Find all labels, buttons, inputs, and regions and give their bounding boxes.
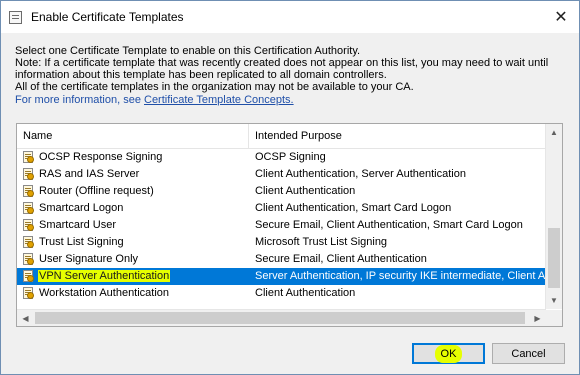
- certificate-template-concepts-link[interactable]: Certificate Template Concepts.: [144, 94, 294, 106]
- more-info-prefix: For more information, see: [15, 94, 144, 106]
- list-item[interactable]: RAS and IAS Server Client Authentication,…: [17, 166, 546, 183]
- column-header-intended-purpose[interactable]: Intended Purpose: [255, 130, 342, 142]
- template-name: Workstation Authentication: [39, 287, 170, 299]
- template-name: RAS and IAS Server: [39, 168, 140, 180]
- column-divider[interactable]: [248, 124, 249, 148]
- template-name: VPN Server Authentication: [38, 270, 171, 282]
- list-rows: OCSP Response Signing OCSP Signing RAS and…: [17, 149, 561, 302]
- template-intended-purpose: Client Authentication: [255, 185, 356, 197]
- certificate-template-icon: [23, 168, 34, 180]
- close-button[interactable]: ✕: [543, 1, 579, 33]
- template-intended-purpose: Server Authentication, IP security IKE i…: [255, 270, 561, 282]
- scroll-left-arrow-icon[interactable]: ◀: [17, 310, 34, 326]
- info-text: Select one Certificate Template to enabl…: [15, 45, 548, 106]
- list-item[interactable]: Smartcard Logon Client Authentication, Sm…: [17, 200, 546, 217]
- certificate-template-icon: [23, 253, 34, 265]
- template-intended-purpose: Microsoft Trust List Signing: [255, 236, 388, 248]
- list-item[interactable]: Router (Offline request) Client Authentic…: [17, 183, 546, 200]
- list-item[interactable]: Workstation Authentication Client Authent…: [17, 285, 546, 302]
- template-intended-purpose: Secure Email, Client Authentication, Sma…: [255, 219, 523, 231]
- template-name: Router (Offline request): [39, 185, 154, 197]
- certificate-template-icon: [23, 270, 34, 282]
- template-name: Smartcard Logon: [39, 202, 124, 214]
- certificate-templates-list[interactable]: Name Intended Purpose OCSP Response Sign…: [16, 123, 563, 327]
- template-intended-purpose: Client Authentication, Server Authentica…: [255, 168, 466, 180]
- list-item[interactable]: User Signature Only Secure Email, Client …: [17, 251, 546, 268]
- ok-button[interactable]: OK: [412, 343, 485, 364]
- certificate-template-icon: [23, 151, 34, 163]
- title-bar[interactable]: Enable Certificate Templates ✕: [1, 1, 579, 33]
- list-item[interactable]: OCSP Response Signing OCSP Signing: [17, 149, 546, 166]
- certificate-template-icon: [23, 185, 34, 197]
- ok-button-label: OK: [434, 344, 463, 363]
- certificate-template-icon: [23, 236, 34, 248]
- info-line-3: information about this template has been…: [15, 69, 387, 81]
- list-item[interactable]: Smartcard User Secure Email, Client Authe…: [17, 217, 546, 234]
- list-item[interactable]: Trust List Signing Microsoft Trust List S…: [17, 234, 546, 251]
- scroll-right-arrow-icon[interactable]: ▶: [529, 310, 546, 326]
- certificate-template-icon: [23, 287, 34, 299]
- template-name: Smartcard User: [39, 219, 117, 231]
- list-item[interactable]: VPN Server Authentication Server Authenti…: [17, 268, 561, 285]
- template-intended-purpose: Client Authentication: [255, 287, 356, 299]
- scroll-up-arrow-icon[interactable]: ▲: [546, 124, 562, 141]
- template-name: OCSP Response Signing: [39, 151, 163, 163]
- list-header: Name Intended Purpose: [17, 124, 546, 149]
- more-info-row: For more information, see Certificate Te…: [15, 94, 548, 106]
- certificate-template-icon: [23, 219, 34, 231]
- certificate-template-icon: [23, 202, 34, 214]
- cancel-button[interactable]: Cancel: [492, 343, 565, 364]
- info-line-2: Note: If a certificate template that was…: [15, 57, 549, 69]
- scroll-down-arrow-icon[interactable]: ▼: [546, 292, 562, 309]
- horizontal-scrollbar[interactable]: ◀ ▶: [17, 309, 546, 326]
- enable-certificate-templates-dialog: Enable Certificate Templates ✕ Select on…: [0, 0, 580, 375]
- template-name: Trust List Signing: [39, 236, 124, 248]
- info-line-4: All of the certificate templates in the …: [15, 81, 414, 93]
- template-name: User Signature Only: [39, 253, 139, 265]
- template-intended-purpose: Client Authentication, Smart Card Logon: [255, 202, 452, 214]
- template-intended-purpose: OCSP Signing: [255, 151, 326, 163]
- horizontal-scroll-thumb[interactable]: [35, 312, 525, 324]
- template-intended-purpose: Secure Email, Client Authentication: [255, 253, 427, 265]
- window-icon: [9, 11, 22, 24]
- vertical-scrollbar[interactable]: ▲ ▼: [545, 124, 562, 309]
- vertical-scroll-thumb[interactable]: [548, 228, 560, 288]
- info-line-1: Select one Certificate Template to enabl…: [15, 45, 361, 57]
- scrollbar-corner: [546, 310, 562, 326]
- cancel-button-label: Cancel: [511, 347, 546, 360]
- window-title: Enable Certificate Templates: [31, 10, 184, 24]
- column-header-name[interactable]: Name: [23, 130, 52, 142]
